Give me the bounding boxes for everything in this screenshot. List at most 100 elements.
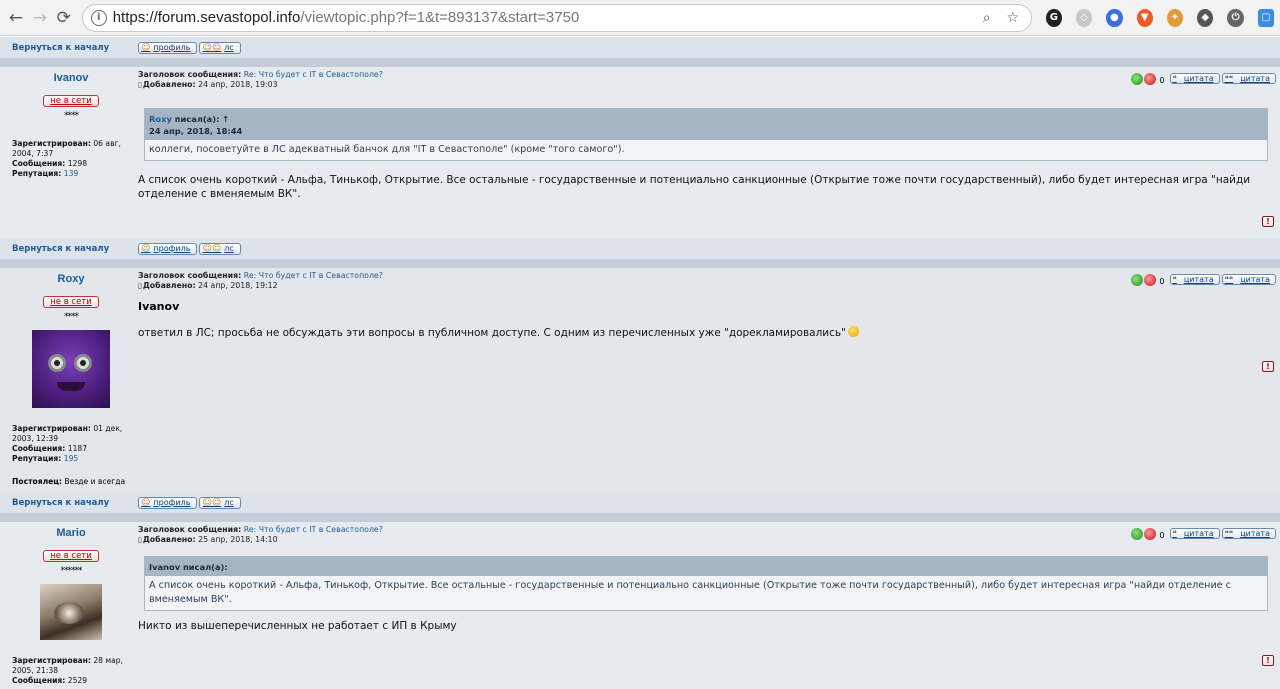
vote-count: 0 [1159, 531, 1165, 540]
quote-header: Roxy писал(а): ↑ 24 апр, 2018, 18:44 [145, 109, 1267, 140]
forward-arrow-icon[interactable]: → [30, 7, 50, 29]
quote-button[interactable]: ❝ цитата [1169, 274, 1220, 285]
multi-quote-icon: ❝❝ [1224, 74, 1234, 83]
address-bar[interactable]: i https://forum.sevastopol.info/viewtopi… [81, 3, 1032, 32]
post-content: Заголовок сообщения: Re: Что будет с IT … [130, 67, 1280, 238]
forum-post: Roxy не в сети **** Зарегистрирован: 01 … [0, 268, 1280, 492]
post-body: ответил в ЛС; просьба не обсуждать эти в… [138, 326, 1274, 340]
post-content: Заголовок сообщения: Re: Что будет с IT … [130, 268, 1280, 492]
pm-button[interactable]: ☺☺ лс [199, 41, 241, 54]
extension-icon-3[interactable]: ● [1106, 8, 1123, 27]
back-to-top-link[interactable]: Вернуться к началу [12, 43, 138, 53]
profile-button[interactable]: ☺ профиль [138, 41, 198, 54]
vote-down-icon[interactable] [1144, 273, 1157, 286]
extension-icon-4[interactable]: ▼ [1136, 8, 1153, 27]
browser-toolbar: ← → ⟳ i https://forum.sevastopol.info/vi… [0, 0, 1280, 36]
quote-icon: ❝ [1172, 275, 1177, 284]
post-author-panel: Mario не в сети ****** Зарегистрирован: … [0, 522, 130, 689]
multi-quote-icon: ❝❝ [1224, 275, 1234, 284]
vote-up-icon[interactable] [1131, 273, 1144, 286]
offline-badge: не в сети [43, 296, 99, 308]
report-button[interactable]: ! [1262, 216, 1274, 227]
post-tools: 0 ❝ цитата ❝❝ цитата [1131, 72, 1276, 85]
multi-quote-icon: ❝❝ [1224, 529, 1234, 538]
vote-down-icon[interactable] [1144, 72, 1157, 85]
multi-quote-button[interactable]: ❝❝ цитата [1221, 528, 1276, 539]
profile-button[interactable]: ☺ профиль [138, 496, 198, 509]
forum-post: Ivanov не в сети **** Зарегистрирован: 0… [0, 67, 1280, 238]
bookmark-star-icon[interactable]: ☆ [1003, 10, 1023, 26]
author-name[interactable]: Mario [12, 527, 130, 539]
user-avatar [32, 330, 110, 408]
post-footer-row: Вернуться к началу ☺ профиль ☺☺ лс [0, 37, 1280, 58]
post-subject[interactable]: Re: Что будет с IT в Севастополе? [244, 271, 383, 280]
post-body: Никто из вышеперечисленных не работает с… [138, 620, 457, 632]
post-separator [0, 58, 1280, 67]
offline-badge: не в сети [43, 550, 99, 562]
quote-author: Ivanov [149, 562, 181, 572]
post-tools: 0 ❝ цитата ❝❝ цитата [1131, 273, 1276, 286]
vote-count: 0 [1159, 76, 1165, 85]
post-author-panel: Ivanov не в сети **** Зарегистрирован: 0… [0, 67, 130, 238]
avatar-mouth [57, 382, 85, 391]
extension-icon-8[interactable]: ▢ [1257, 8, 1274, 27]
post-addressee: Ivanov [138, 300, 180, 313]
vote-count: 0 [1159, 277, 1165, 286]
pm-icon: ☺☺ [202, 42, 222, 53]
report-button[interactable]: ! [1262, 361, 1274, 372]
zoom-icon[interactable]: ⌕ [977, 10, 997, 26]
document-icon: ▯ [138, 81, 142, 89]
quote-header: Ivanov писал(а): [145, 557, 1267, 576]
multi-quote-button[interactable]: ❝❝ цитата [1221, 73, 1276, 84]
user-avatar [40, 584, 102, 640]
pm-button[interactable]: ☺☺ лс [199, 496, 241, 509]
reload-icon[interactable]: ⟳ [54, 7, 74, 29]
author-location: Постоялец: Везде и всегда [12, 477, 126, 486]
post-content: Заголовок сообщения: Re: Что будет с IT … [130, 522, 1280, 689]
post-footer-row: Вернуться к началу ☺ профиль ☺☺ лс [0, 492, 1280, 513]
url-text[interactable]: https://forum.sevastopol.info/viewtopic.… [113, 9, 971, 26]
quote-author[interactable]: Roxy [149, 114, 172, 124]
rank-stars: ****** [60, 566, 83, 576]
quote-icon: ❝ [1172, 529, 1177, 538]
quote-date: 24 апр, 2018, 18:44 [149, 126, 243, 136]
forum-post: Mario не в сети ****** Зарегистрирован: … [0, 522, 1280, 689]
rank-stars: **** [64, 111, 79, 121]
author-name[interactable]: Roxy [12, 273, 130, 285]
back-to-top-link[interactable]: Вернуться к началу [12, 498, 138, 508]
pm-button[interactable]: ☺☺ лс [199, 242, 241, 255]
extension-icon-5[interactable]: ✦ [1166, 8, 1184, 27]
vote-up-icon[interactable] [1131, 72, 1144, 85]
quote-jump-arrow[interactable]: ↑ [222, 114, 229, 124]
extension-icon-7[interactable]: ⏻ [1227, 8, 1244, 27]
vote-down-icon[interactable] [1144, 527, 1157, 540]
quote-button[interactable]: ❝ цитата [1169, 73, 1220, 84]
post-subject[interactable]: Re: Что будет с IT в Севастополе? [244, 70, 383, 79]
avatar-eye [48, 354, 66, 372]
back-arrow-icon[interactable]: ← [6, 7, 26, 29]
post-date: 25 апр, 2018, 14:10 [198, 535, 278, 544]
profile-icon: ☺ [141, 42, 151, 53]
report-button[interactable]: ! [1262, 655, 1274, 666]
extension-icon-6[interactable]: ◆ [1197, 8, 1214, 27]
profile-button[interactable]: ☺ профиль [138, 242, 198, 255]
post-date: 24 апр, 2018, 19:03 [198, 80, 278, 89]
author-stats: Зарегистрирован: 28 мар, 2005, 21:38 Соо… [12, 656, 124, 685]
author-name[interactable]: Ivanov [12, 72, 130, 84]
post-meta: Заголовок сообщения: Re: Что будет с IT … [138, 70, 383, 89]
post-footer-row: Вернуться к началу ☺ профиль ☺☺ лс [0, 238, 1280, 259]
vote-up-icon[interactable] [1131, 527, 1144, 540]
rank-stars: **** [64, 312, 79, 322]
extension-icon-1[interactable]: G [1045, 8, 1062, 27]
avatar-eye [74, 354, 92, 372]
author-stats: Зарегистрирован: 01 дек, 2003, 12:39 Соо… [12, 424, 123, 463]
quote-block: Roxy писал(а): ↑ 24 апр, 2018, 18:44 кол… [144, 108, 1268, 161]
post-subject[interactable]: Re: Что будет с IT в Севастополе? [244, 525, 383, 534]
info-icon[interactable]: i [90, 9, 107, 26]
quote-button[interactable]: ❝ цитата [1169, 528, 1220, 539]
multi-quote-button[interactable]: ❝❝ цитата [1221, 274, 1276, 285]
back-to-top-link[interactable]: Вернуться к началу [12, 244, 138, 254]
profile-icon: ☺ [141, 243, 151, 254]
post-body: А список очень короткий - Альфа, Тинькоф… [138, 174, 1251, 200]
extension-icon-2[interactable]: ◇ [1076, 8, 1093, 27]
